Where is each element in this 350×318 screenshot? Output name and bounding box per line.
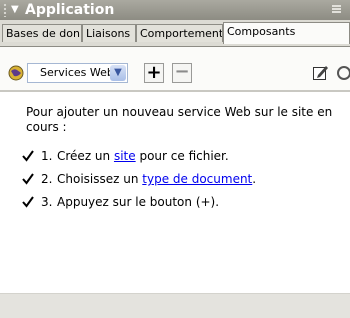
tab-components[interactable]: Composants [223,22,350,44]
components-content: Pour ajouter un nouveau service Web sur … [0,92,350,293]
step-text: Appuyez sur le bouton (+). [57,195,220,209]
panel-title: Application [25,2,115,18]
chevron-down-icon[interactable]: ▼ [110,65,126,81]
checkmark-icon [22,173,34,185]
drag-grip-icon[interactable] [3,3,7,17]
component-type-value: Services Web [40,66,114,79]
step-number: 2. [41,172,53,186]
refresh-icon[interactable] [334,64,350,81]
tab-strip: Bases de données Liaisons Comportements … [0,20,350,47]
step-number: 3. [41,195,53,209]
add-component-button[interactable]: + [144,63,164,83]
panel-footer [0,293,350,318]
site-link[interactable]: site [114,149,136,163]
tab-behaviors[interactable]: Comportements [136,24,223,42]
tab-bindings[interactable]: Liaisons [82,24,136,42]
step-2: 2. Choisissez un type de document. [0,171,350,187]
components-toolbar: Services Web ▼ + − [0,47,350,90]
instructions-intro: Pour ajouter un nouveau service Web sur … [26,105,333,134]
document-type-link[interactable]: type de document [142,172,252,186]
edit-icon[interactable] [312,64,329,81]
step-text: Créez un [57,149,114,163]
remove-component-button[interactable]: − [172,63,192,83]
checkmark-icon [22,150,34,162]
step-1: 1. Créez un site pour ce fichier. [0,148,350,164]
component-type-select[interactable]: Services Web ▼ [27,63,128,83]
tab-databases[interactable]: Bases de données [2,24,82,42]
step-number: 1. [41,149,53,163]
step-text: . [252,172,257,186]
step-text: Choisissez un [57,172,143,186]
web-service-globe-icon [8,65,24,81]
panel-options-menu-icon[interactable] [332,4,346,16]
checkmark-icon [22,196,34,208]
panel-titlebar[interactable]: ▼ Application [0,0,350,20]
collapse-arrow-icon[interactable]: ▼ [11,3,19,17]
step-text: pour ce fichier. [135,149,229,163]
step-3: 3. Appuyez sur le bouton (+). [0,194,350,210]
